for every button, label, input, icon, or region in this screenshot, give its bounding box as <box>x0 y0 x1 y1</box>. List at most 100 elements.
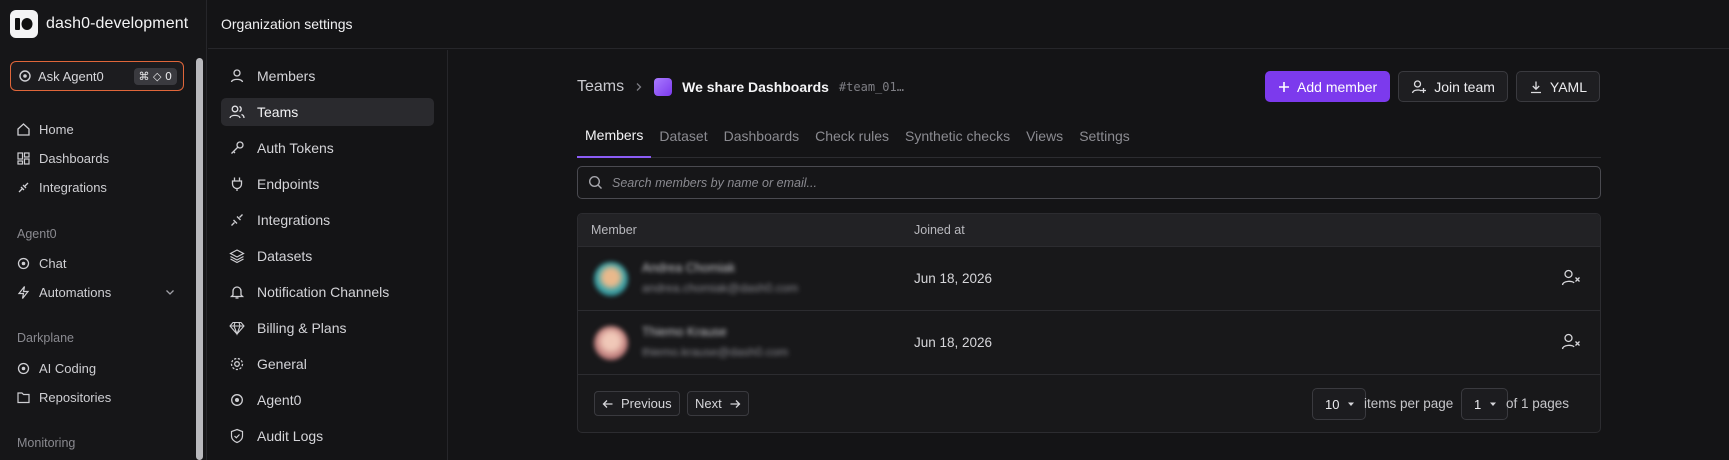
breadcrumb-teams[interactable]: Teams <box>577 78 624 96</box>
chevron-down-icon[interactable] <box>164 286 176 298</box>
main-content: Teams We share Dashboards #team_01… Add … <box>449 50 1729 460</box>
tab-settings[interactable]: Settings <box>1071 114 1138 158</box>
settings-item-label: Datasets <box>257 248 313 264</box>
column-header-joined: Joined at <box>914 223 965 237</box>
search-input[interactable] <box>612 175 1512 190</box>
sidebar-item-dashboards[interactable]: Dashboards <box>16 147 176 169</box>
diamond-icon <box>229 321 245 336</box>
sidebar-item-label: Repositories <box>39 389 112 405</box>
settings-item-members[interactable]: Members <box>221 62 434 90</box>
settings-item-agent0[interactable]: Agent0 <box>221 386 434 414</box>
sidebar-item-automations[interactable]: Automations <box>16 281 176 303</box>
ask-agent0-label: Ask Agent0 <box>38 68 104 84</box>
tab-members[interactable]: Members <box>577 114 652 158</box>
settings-item-audit-logs[interactable]: Audit Logs <box>221 422 434 450</box>
tab-synthetic-checks[interactable]: Synthetic checks <box>897 114 1018 158</box>
ask-agent0-button[interactable]: Ask Agent0 ⌘ ◇ 0 <box>10 61 184 91</box>
yaml-button[interactable]: YAML <box>1515 71 1600 102</box>
search-icon <box>588 175 602 189</box>
avatar <box>594 326 628 360</box>
caret-down-icon <box>1490 402 1497 406</box>
settings-item-notification-channels[interactable]: Notification Channels <box>221 278 434 306</box>
page-value: 1 <box>1474 396 1482 412</box>
sidebar-item-repositories[interactable]: Repositories <box>16 386 176 408</box>
add-member-label: Add member <box>1297 78 1378 95</box>
home-icon <box>17 122 30 136</box>
section-title-monitoring: Monitoring <box>17 436 76 450</box>
section-title-darkplane: Darkplane <box>17 331 74 345</box>
bell-icon <box>229 286 245 299</box>
add-member-button[interactable]: Add member <box>1265 71 1391 102</box>
settings-item-label: Notification Channels <box>257 284 390 300</box>
breadcrumb-team-name: We share Dashboards <box>682 79 829 95</box>
page-select[interactable]: 1 <box>1461 388 1509 420</box>
settings-item-endpoints[interactable]: Endpoints <box>221 170 434 198</box>
join-team-button[interactable]: Join team <box>1398 71 1508 102</box>
settings-item-label: Billing & Plans <box>257 320 347 336</box>
member-email: thiemo.krause@dash0.com <box>642 345 789 359</box>
settings-item-integrations[interactable]: Integrations <box>221 206 434 234</box>
sidebar-item-chat[interactable]: Chat <box>16 252 176 274</box>
caret-down-icon <box>1348 402 1355 406</box>
team-id[interactable]: #team_01… <box>839 80 904 94</box>
yaml-label: YAML <box>1549 78 1587 95</box>
sidebar-item-label: Automations <box>39 284 112 300</box>
sidebar-item-label: Chat <box>39 255 67 271</box>
breadcrumb: Teams We share Dashboards #team_01… <box>577 76 904 98</box>
remove-member-icon[interactable] <box>1560 267 1582 289</box>
settings-item-datasets[interactable]: Datasets <box>221 242 434 270</box>
items-per-page-value: 10 <box>1325 396 1340 412</box>
tab-check-rules[interactable]: Check rules <box>807 114 897 158</box>
bolt-icon <box>17 285 30 299</box>
settings-item-label: Agent0 <box>257 392 302 408</box>
tab-dashboards[interactable]: Dashboards <box>716 114 808 158</box>
agent0-icon <box>231 394 243 406</box>
items-per-page-label: items per page <box>1364 396 1454 411</box>
page-title: Organization settings <box>221 16 353 32</box>
sidebar-scrollbar[interactable] <box>196 58 203 460</box>
table-row: Thiemo Krause thiemo.krause@dash0.com Ju… <box>578 311 1600 375</box>
dashboard-icon <box>17 151 30 165</box>
settings-item-billing[interactable]: Billing & Plans <box>221 314 434 342</box>
header-actions: Add member Join team YAML <box>1265 71 1600 102</box>
avatar <box>594 262 628 296</box>
settings-item-label: Auth Tokens <box>257 140 334 156</box>
members-table: Member Joined at Andrea Chomiak andrea.c… <box>577 213 1601 433</box>
table-header: Member Joined at <box>578 214 1600 247</box>
user-plus-icon <box>1412 79 1427 93</box>
sidebar-item-label: Dashboards <box>39 150 110 166</box>
sidebar-item-home[interactable]: Home <box>16 118 176 140</box>
repository-icon <box>17 391 30 403</box>
key-icon <box>231 141 244 154</box>
chevron-right-icon <box>636 83 642 91</box>
tab-dataset[interactable]: Dataset <box>651 114 715 158</box>
member-joined: Jun 18, 2026 <box>914 335 993 350</box>
pages-label: of 1 pages <box>1506 396 1570 411</box>
next-page-button[interactable]: Next <box>687 391 749 416</box>
settings-item-auth-tokens[interactable]: Auth Tokens <box>221 134 434 162</box>
settings-item-general[interactable]: General <box>221 350 434 378</box>
remove-member-icon[interactable] <box>1560 331 1582 353</box>
sidebar-item-integrations[interactable]: Integrations <box>16 176 176 198</box>
agent0-icon <box>19 70 31 82</box>
settings-item-label: Integrations <box>257 212 331 228</box>
settings-item-label: General <box>257 356 307 372</box>
gear-icon <box>230 357 244 371</box>
tab-views[interactable]: Views <box>1018 114 1071 158</box>
plug-icon <box>231 177 243 191</box>
pagination: Previous Next 10 items per page 1 of 1 p… <box>578 376 1600 432</box>
previous-page-button[interactable]: Previous <box>594 391 680 416</box>
arrow-left-icon <box>602 399 613 408</box>
previous-label: Previous <box>621 396 672 411</box>
user-icon <box>230 69 244 83</box>
member-email: andrea.chomiak@dash0.com <box>642 281 799 295</box>
top-bar: Organization settings <box>208 0 1729 49</box>
member-search <box>577 166 1601 199</box>
sidebar-item-label: AI Coding <box>39 360 97 376</box>
settings-item-teams[interactable]: Teams <box>221 98 434 126</box>
member-name: Thiemo Krause <box>642 325 727 339</box>
org-switcher[interactable]: dash0-development <box>10 10 188 38</box>
sidebar-item-ai-coding[interactable]: AI Coding <box>16 357 176 379</box>
integration-icon <box>231 214 243 226</box>
items-per-page-select[interactable]: 10 <box>1312 388 1367 420</box>
